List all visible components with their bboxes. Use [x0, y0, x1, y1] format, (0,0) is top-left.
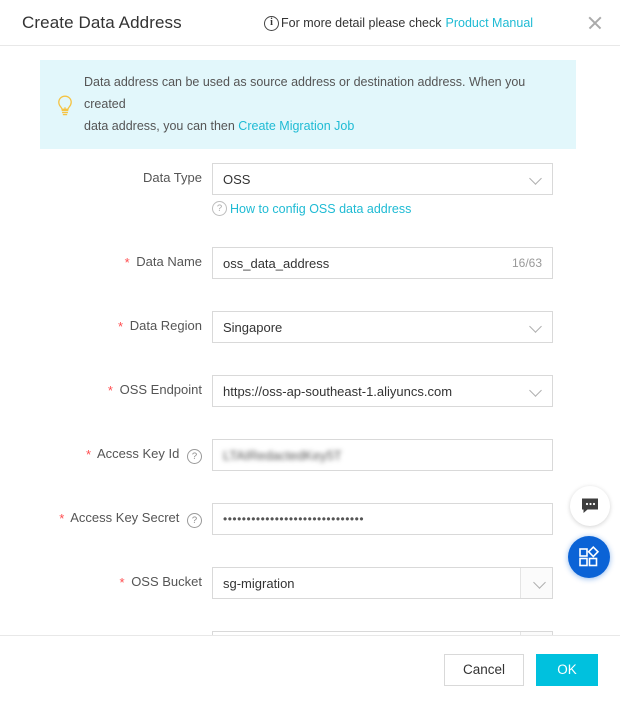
oss-bucket-select[interactable]: sg-migration [212, 567, 553, 599]
required-marker: * [59, 511, 65, 526]
label-data-region: * Data Region [0, 311, 212, 341]
data-name-counter: 16/63 [511, 256, 542, 270]
access-key-secret-input[interactable]: •••••••••••••••••••••••••••••• [212, 503, 553, 535]
page-title: Create Data Address [22, 12, 182, 32]
chevron-down-icon [530, 321, 542, 333]
header-hint: i For more detail please check Product M… [264, 0, 533, 46]
create-migration-job-link[interactable]: Create Migration Job [238, 119, 354, 133]
required-marker: * [107, 383, 113, 398]
field-access-key-id: LTAIRedactedKey5T [212, 439, 553, 471]
ok-button[interactable]: OK [536, 653, 598, 686]
chevron-down-icon [530, 385, 542, 397]
form-row-oss-prefix: OSS Prefix ? unload_from_redshift/ Pleas… [0, 631, 620, 635]
question-circle-icon[interactable]: ? [187, 513, 202, 529]
data-region-value: Singapore [223, 319, 283, 335]
oss-endpoint-select[interactable]: https://oss-ap-southeast-1.aliyuncs.com [212, 375, 553, 407]
form-row-data-type: Data Type OSS ? How to config OSS data a… [0, 163, 620, 247]
field-data-name: oss_data_address 16/63 [212, 247, 553, 279]
required-marker: * [118, 319, 124, 334]
info-banner-line2: data address, you can then [84, 119, 235, 133]
data-region-select[interactable]: Singapore [212, 311, 553, 343]
oss-bucket-value: sg-migration [223, 575, 295, 591]
lightbulb-icon [52, 71, 78, 137]
field-oss-prefix: unload_from_redshift/ Please select or i… [212, 631, 553, 635]
label-data-type-text: Data Type [142, 170, 202, 185]
field-access-key-secret: •••••••••••••••••••••••••••••• [212, 503, 553, 535]
data-type-select[interactable]: OSS [212, 163, 553, 195]
label-oss-bucket-text: OSS Bucket [131, 574, 202, 589]
how-to-config-link-text: How to config OSS data address [230, 201, 412, 216]
dialog-footer: Cancel OK [0, 635, 620, 703]
field-oss-endpoint: https://oss-ap-southeast-1.aliyuncs.com [212, 375, 553, 407]
access-key-id-value: LTAIRedactedKey5T [223, 447, 342, 463]
data-name-input[interactable]: oss_data_address 16/63 [212, 247, 553, 279]
info-circle-icon: i [264, 15, 279, 31]
oss-endpoint-value: https://oss-ap-southeast-1.aliyuncs.com [223, 383, 453, 399]
label-data-name: * Data Name [0, 247, 212, 277]
form-row-access-key-id: * Access Key Id ? LTAIRedactedKey5T [0, 439, 620, 503]
chevron-down-icon [530, 173, 542, 185]
label-access-key-id: * Access Key Id ? [0, 439, 212, 469]
data-type-value: OSS [223, 171, 251, 187]
close-icon[interactable] [584, 12, 606, 34]
required-marker: * [124, 255, 130, 270]
data-address-form: Data Type OSS ? How to config OSS data a… [0, 149, 620, 635]
required-marker: * [86, 447, 92, 462]
access-key-secret-value: •••••••••••••••••••••••••••••• [223, 512, 365, 526]
required-marker: * [119, 575, 125, 590]
question-circle-icon: ? [212, 201, 227, 216]
how-to-config-link[interactable]: ? How to config OSS data address [212, 201, 553, 216]
create-data-address-dialog: Create Data Address i For more detail pl… [0, 0, 620, 703]
access-key-id-input[interactable]: LTAIRedactedKey5T [212, 439, 553, 471]
product-manual-link[interactable]: Product Manual [446, 16, 534, 30]
form-row-data-name: * Data Name oss_data_address 16/63 [0, 247, 620, 311]
label-data-type: Data Type [0, 163, 212, 193]
header-hint-text: For more detail please check [281, 16, 442, 30]
label-access-key-secret-text: Access Key Secret [70, 510, 180, 525]
question-circle-icon[interactable]: ? [187, 449, 202, 465]
chat-bubble-icon[interactable] [570, 486, 610, 526]
field-data-region: Singapore [212, 311, 553, 343]
label-data-region-text: Data Region [129, 318, 202, 333]
form-row-data-region: * Data Region Singapore [0, 311, 620, 375]
field-oss-bucket: sg-migration [212, 567, 553, 599]
field-data-type: OSS ? How to config OSS data address [212, 163, 553, 216]
label-access-key-id-text: Access Key Id [97, 446, 180, 461]
info-banner-text: Data address can be used as source addre… [78, 71, 562, 137]
form-row-oss-endpoint: * OSS Endpoint https://oss-ap-southeast-… [0, 375, 620, 439]
info-banner-line1: Data address can be used as source addre… [84, 75, 526, 111]
cancel-button[interactable]: Cancel [443, 653, 524, 686]
chevron-down-icon [534, 577, 546, 589]
label-oss-bucket: * OSS Bucket [0, 567, 212, 597]
label-oss-prefix: OSS Prefix ? [0, 631, 212, 635]
label-oss-endpoint-text: OSS Endpoint [119, 382, 202, 397]
apps-grid-icon[interactable] [568, 536, 610, 578]
label-data-name-text: Data Name [136, 254, 202, 269]
info-banner: Data address can be used as source addre… [40, 60, 576, 149]
dialog-body: Data address can be used as source addre… [0, 46, 620, 635]
form-row-access-key-secret: * Access Key Secret ? ••••••••••••••••••… [0, 503, 620, 567]
data-name-value: oss_data_address [223, 255, 330, 271]
label-oss-endpoint: * OSS Endpoint [0, 375, 212, 405]
oss-prefix-dropdown-button[interactable] [520, 632, 552, 635]
oss-bucket-dropdown-button[interactable] [520, 568, 552, 598]
oss-prefix-select[interactable]: unload_from_redshift/ [212, 631, 553, 635]
label-access-key-secret: * Access Key Secret ? [0, 503, 212, 533]
form-row-oss-bucket: * OSS Bucket sg-migration [0, 567, 620, 631]
dialog-header: Create Data Address i For more detail pl… [0, 0, 620, 46]
